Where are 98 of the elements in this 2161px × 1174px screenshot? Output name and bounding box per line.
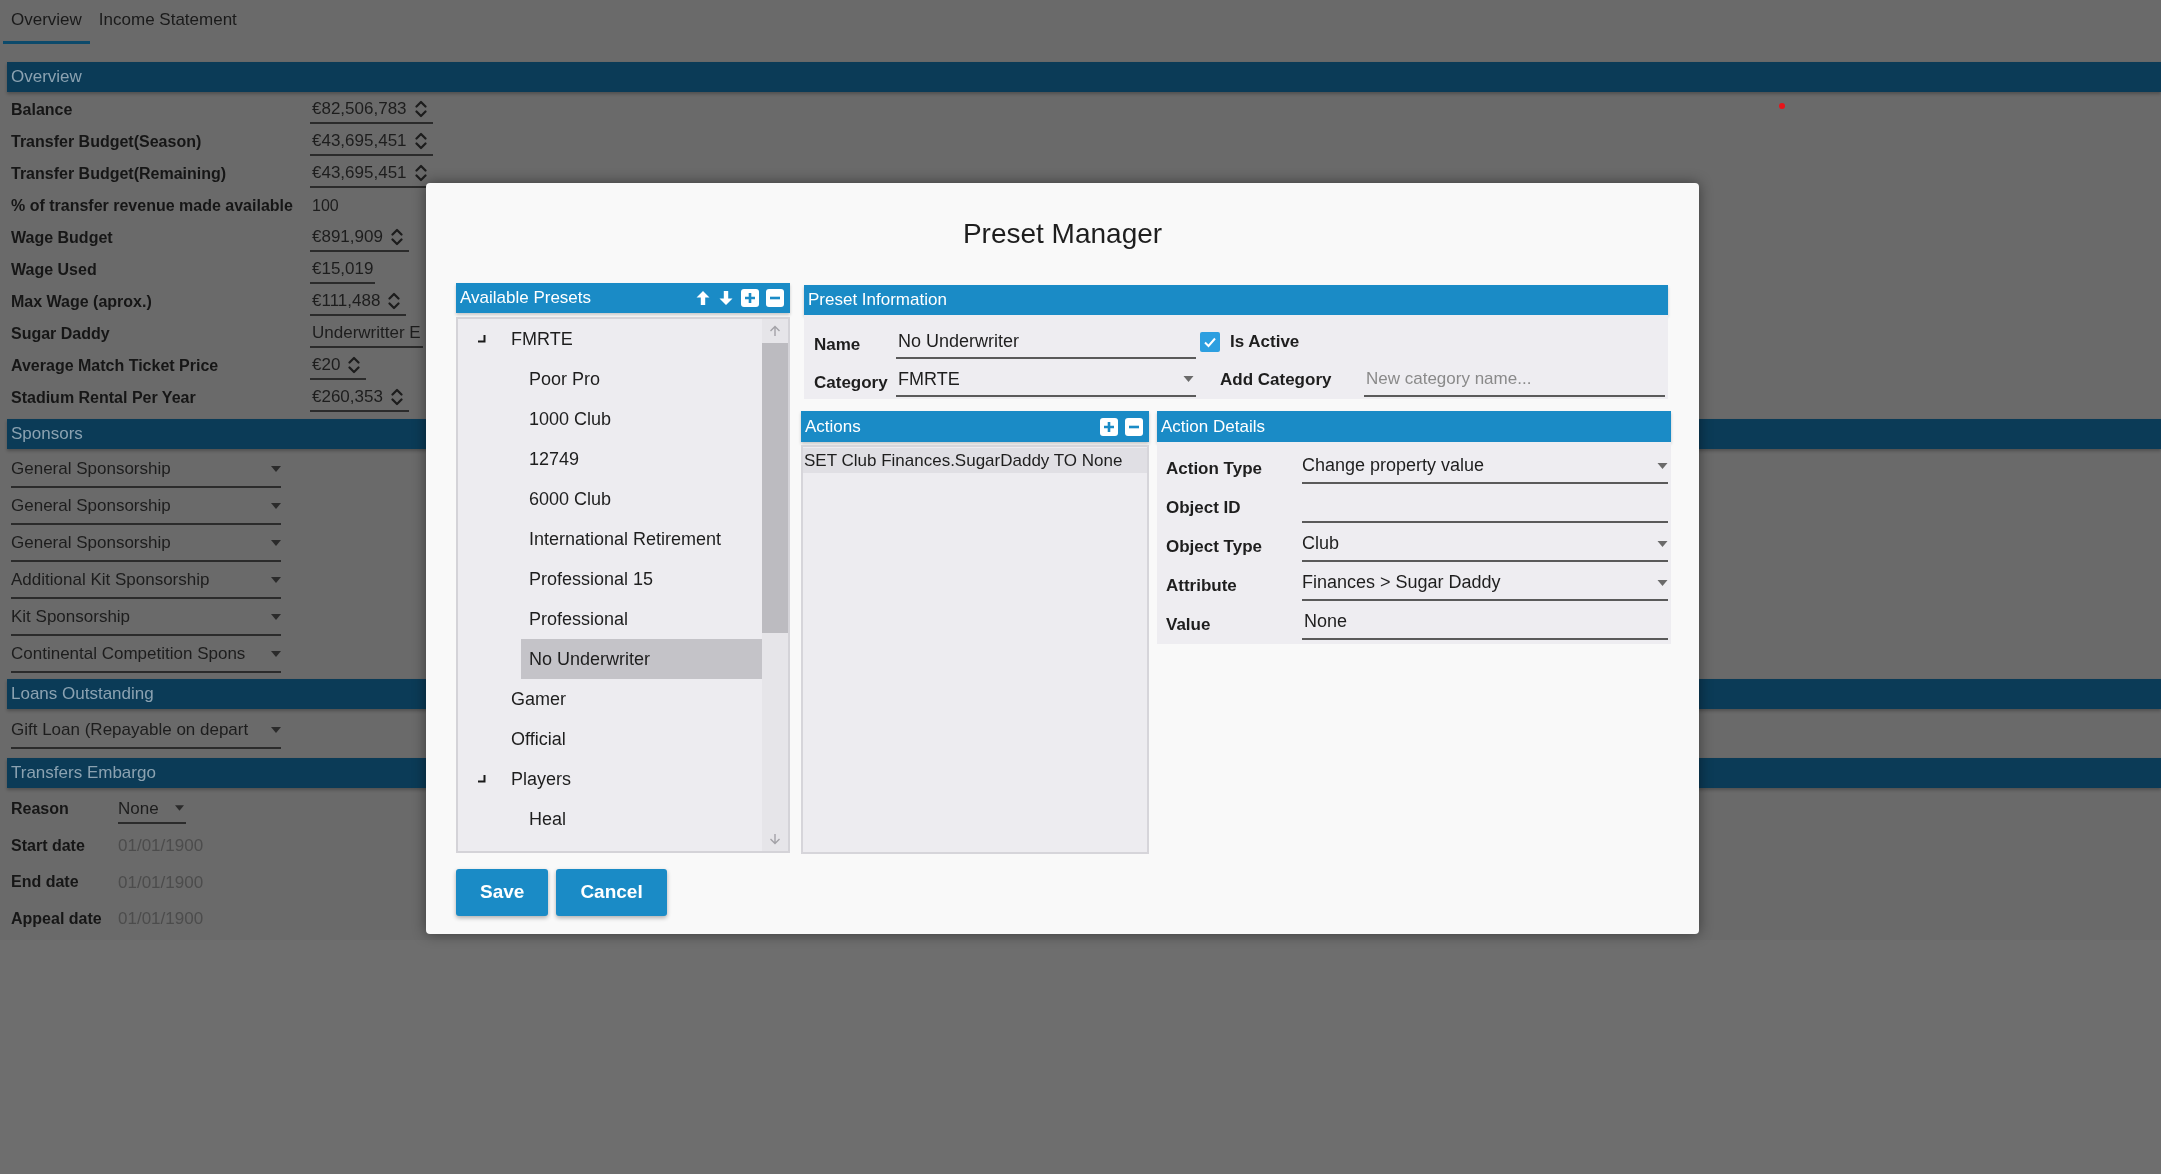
up-down-chevron-icon[interactable] [414, 100, 427, 118]
sponsorship-dropdown[interactable]: General Sponsorship [11, 489, 281, 525]
up-down-chevron-icon[interactable] [414, 164, 427, 182]
caret-icon [271, 503, 281, 509]
field-label: Appeal date [11, 908, 103, 929]
tree-item[interactable]: Official [503, 719, 762, 759]
caret-icon [1657, 462, 1668, 469]
sponsorship-dropdown[interactable]: General Sponsorship [11, 452, 281, 488]
tab[interactable]: Overview [3, 0, 90, 44]
field-label: Name [814, 334, 862, 357]
field-label: Wage Used [11, 260, 98, 280]
caret-icon [271, 466, 281, 472]
dialog-button[interactable]: Save [456, 869, 549, 916]
name-field[interactable]: No Underwriter [896, 325, 1196, 359]
scroll-down-arrow-icon[interactable] [769, 833, 781, 845]
dropdown[interactable]: Change property value [1302, 449, 1668, 484]
tree-item[interactable]: No Underwriter [521, 639, 762, 679]
add-icon[interactable] [741, 289, 759, 307]
field-label: Category [814, 372, 889, 395]
checkbox[interactable] [1200, 332, 1220, 352]
tree-item[interactable]: Professional 15 [521, 559, 762, 599]
dialog-button[interactable]: Cancel [556, 869, 667, 916]
caret-icon [175, 805, 184, 812]
scroll-up-arrow-icon[interactable] [769, 325, 781, 337]
dropdown[interactable]: Club [1302, 527, 1668, 562]
sponsorship-dropdown[interactable]: General Sponsorship [11, 526, 281, 562]
tab[interactable]: Income Statement [89, 0, 246, 44]
scrollbar[interactable] [762, 319, 788, 851]
scrollbar-thumb[interactable] [762, 343, 788, 633]
field-label: Transfer Budget(Season) [11, 132, 203, 152]
action-item[interactable]: SET Club Finances.SugarDaddy TO None [803, 448, 1147, 473]
expand-toggle-icon[interactable] [478, 775, 486, 783]
panel-title: Available Presets [460, 287, 592, 310]
expand-toggle-icon[interactable] [478, 335, 486, 343]
caret-icon [271, 651, 281, 657]
field-label: Value [1165, 613, 1212, 636]
number-field[interactable]: €82,506,783 [310, 96, 433, 124]
field-label: Max Wage (aprox.) [11, 292, 153, 312]
field-label: Action Type [1165, 457, 1264, 480]
value-text: 100 [311, 196, 339, 216]
new-category-input[interactable]: New category name... [1364, 363, 1665, 397]
loan-dropdown[interactable]: Gift Loan (Repayable on depart [11, 713, 281, 749]
reason-dropdown[interactable]: None [118, 794, 186, 825]
remove-icon[interactable] [766, 289, 784, 307]
field-label: Transfer Budget(Remaining) [11, 164, 228, 184]
tree-item[interactable]: 6000 Club [521, 479, 762, 519]
number-field[interactable]: €20 [310, 352, 367, 380]
add-icon[interactable] [1100, 417, 1118, 436]
caret-icon [271, 614, 281, 620]
section-header: Overview [7, 62, 2161, 92]
sponsorship-dropdown[interactable]: Continental Competition Spons [11, 637, 281, 673]
caret-icon [1183, 376, 1194, 382]
checkmark-icon [1203, 335, 1217, 349]
number-field[interactable]: €260,353 [310, 384, 409, 412]
category-dropdown[interactable]: FMRTE [896, 363, 1196, 397]
arrow-down-icon[interactable] [718, 290, 734, 306]
caret-icon [1657, 540, 1668, 547]
up-down-chevron-icon[interactable] [388, 292, 401, 310]
tree-item[interactable]: Poor Pro [521, 359, 762, 399]
text-field[interactable]: None [1302, 605, 1668, 640]
up-down-chevron-icon[interactable] [390, 388, 403, 406]
tree-item[interactable]: FMRTE [503, 319, 762, 359]
up-down-chevron-icon[interactable] [390, 228, 403, 246]
field-label: Add Category [1220, 369, 1332, 392]
sponsorship-dropdown[interactable]: Additional Kit Sponsorship [11, 563, 281, 599]
caret-icon [1657, 579, 1668, 586]
field-label: End date [11, 872, 80, 893]
caret-icon [271, 727, 281, 733]
text-field[interactable]: Underwritter E [310, 320, 423, 348]
remove-icon[interactable] [1125, 417, 1143, 436]
field-label: Balance [11, 100, 74, 120]
dialog-title: Preset Manager [962, 217, 1163, 251]
number-field[interactable]: €111,488 [310, 288, 407, 316]
up-down-chevron-icon[interactable] [348, 356, 361, 374]
dropdown[interactable]: Finances > Sugar Daddy [1302, 566, 1668, 601]
tree-item[interactable]: International Retirement [521, 519, 762, 559]
arrow-up-icon[interactable] [695, 290, 711, 306]
text-field[interactable]: €15,019 [310, 256, 376, 284]
number-field[interactable]: €891,909 [310, 224, 409, 252]
field-label: Object ID [1165, 496, 1242, 519]
field-label: % of transfer revenue made available [11, 196, 294, 216]
panel-title: Preset Information [808, 289, 947, 312]
field-label: Stadium Rental Per Year [11, 388, 197, 408]
field-label: Sugar Daddy [11, 324, 111, 344]
checkbox-label: Is Active [1230, 331, 1300, 354]
up-down-chevron-icon[interactable] [414, 132, 427, 150]
caret-icon [271, 577, 281, 583]
number-field[interactable]: €43,695,451 [310, 128, 433, 156]
field-label: Object Type [1165, 535, 1264, 558]
field-label: Attribute [1165, 574, 1238, 597]
tree-item[interactable]: Heal [521, 799, 762, 839]
sponsorship-dropdown[interactable]: Kit Sponsorship [11, 600, 281, 636]
tree-item[interactable]: Professional [521, 599, 762, 639]
field-label: Reason [11, 799, 70, 820]
field-label: Wage Budget [11, 228, 114, 248]
caret-icon [271, 540, 281, 546]
field-label: Start date [11, 835, 86, 856]
field-label: Average Match Ticket Price [11, 356, 220, 376]
